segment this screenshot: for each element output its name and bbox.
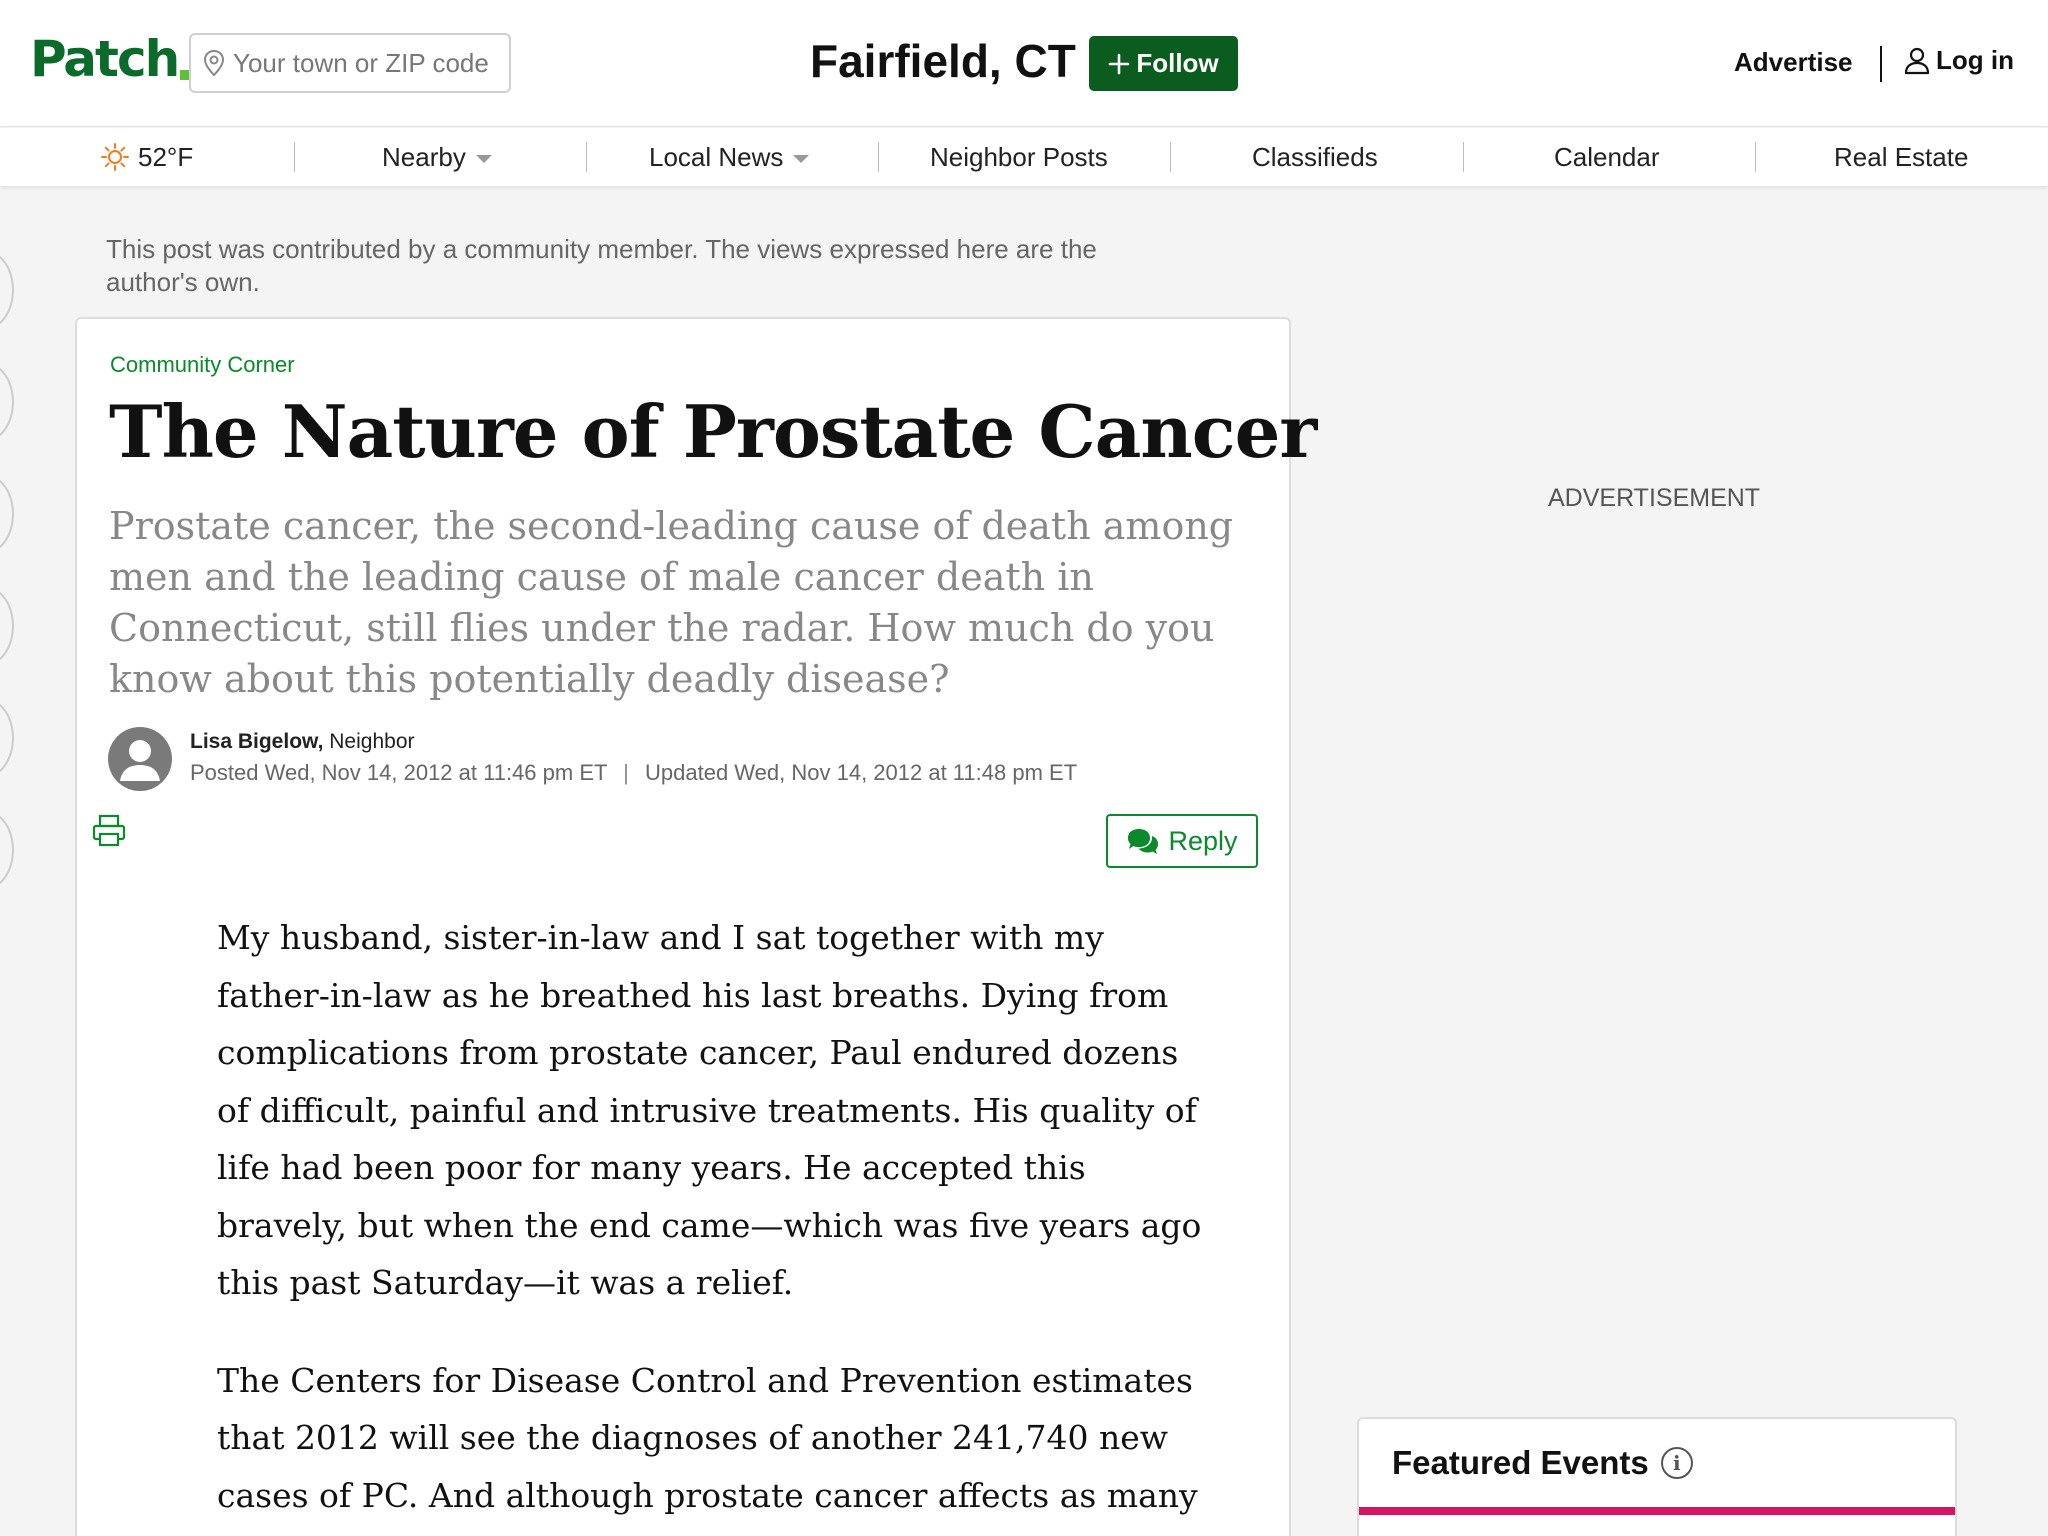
- author-name[interactable]: Lisa Bigelow,: [190, 730, 323, 753]
- date-separator: |: [623, 760, 629, 785]
- plus-icon: [1109, 53, 1130, 74]
- location-pin-icon: [203, 49, 225, 77]
- article-category[interactable]: Community Corner: [110, 352, 295, 378]
- article-paragraph: The Centers for Disease Control and Prev…: [217, 1360, 1198, 1515]
- reply-button[interactable]: Reply: [1106, 814, 1258, 868]
- nav-divider: [1755, 142, 1756, 172]
- print-button[interactable]: [91, 813, 127, 854]
- avatar[interactable]: [108, 727, 172, 791]
- nav-divider: [1463, 142, 1464, 172]
- town-search[interactable]: [189, 33, 511, 93]
- featured-accent-bar: [1359, 1507, 1955, 1515]
- nav-neighbor-posts[interactable]: Neighbor Posts: [930, 128, 1108, 186]
- share-button[interactable]: [0, 250, 14, 330]
- nav-divider: [878, 142, 879, 172]
- nav-local-news[interactable]: Local News: [649, 128, 810, 186]
- share-button[interactable]: [0, 810, 14, 890]
- share-button[interactable]: [0, 474, 14, 554]
- featured-events-widget: Featured Events i: [1357, 1417, 1957, 1536]
- share-button[interactable]: [0, 362, 14, 442]
- login-label: Log in: [1936, 45, 2014, 75]
- author-role: Neighbor: [329, 730, 415, 753]
- header-divider: [1880, 46, 1882, 82]
- nav-local-news-label: Local News: [649, 141, 784, 172]
- town-name: Fairfield, CT: [810, 35, 1076, 87]
- posted-date: Posted Wed, Nov 14, 2012 at 11:46 pm ET: [190, 760, 608, 785]
- main-nav: 52°F Nearby Local News Neighbor Posts Cl…: [0, 128, 2048, 186]
- follow-button[interactable]: Follow: [1089, 36, 1238, 91]
- updated-date: Updated Wed, Nov 14, 2012 at 11:48 pm ET: [645, 760, 1078, 785]
- chevron-down-icon: [475, 155, 492, 163]
- nav-nearby[interactable]: Nearby: [382, 128, 492, 186]
- share-button[interactable]: [0, 586, 14, 666]
- nav-classifieds[interactable]: Classifieds: [1252, 128, 1378, 186]
- info-icon[interactable]: i: [1660, 1447, 1693, 1479]
- nav-real-estate[interactable]: Real Estate: [1834, 128, 1968, 186]
- post-dates: Posted Wed, Nov 14, 2012 at 11:46 pm ET …: [190, 760, 1077, 786]
- weather-widget[interactable]: 52°F: [100, 128, 193, 186]
- follow-label: Follow: [1136, 48, 1219, 78]
- weather-temp: 52°F: [138, 141, 194, 172]
- reply-label: Reply: [1168, 825, 1238, 856]
- nav-divider: [586, 142, 587, 172]
- sun-icon: [101, 143, 129, 171]
- share-button[interactable]: [0, 698, 14, 778]
- article-paragraph: My husband, sister-in-law and I sat toge…: [217, 918, 1202, 1302]
- user-icon: [1904, 47, 1930, 74]
- featured-events-label: Featured Events: [1392, 1444, 1649, 1481]
- printer-icon: [92, 814, 126, 847]
- chevron-down-icon: [793, 155, 810, 163]
- byline: Lisa Bigelow, Neighbor: [190, 730, 415, 754]
- featured-events-title: Featured Events i: [1392, 1444, 1693, 1482]
- nav-divider: [294, 142, 295, 172]
- contributor-notice: This post was contributed by a community…: [106, 234, 1097, 297]
- advertise-link[interactable]: Advertise: [1734, 47, 1853, 78]
- nav-nearby-label: Nearby: [382, 141, 466, 172]
- town-search-input[interactable]: [233, 47, 503, 79]
- article-body: My husband, sister-in-law and I sat toge…: [217, 909, 1217, 1536]
- article-dek: Prostate cancer, the second-leading caus…: [109, 504, 1234, 701]
- site-header: Patch Fairfield, CT Follow Advertise Log…: [0, 0, 2048, 127]
- article-card: Community Corner The Nature of Prostate …: [75, 317, 1317, 1536]
- article-title: The Nature of Prostate Cancer: [109, 389, 1317, 474]
- advertisement-label: ADVERTISEMENT: [1548, 484, 1761, 512]
- comments-icon: [1128, 829, 1159, 854]
- nav-calendar[interactable]: Calendar: [1554, 128, 1660, 186]
- patch-logo[interactable]: Patch: [30, 30, 193, 88]
- nav-divider: [1170, 142, 1171, 172]
- person-icon: [120, 740, 160, 781]
- login-link[interactable]: Log in: [1904, 45, 2014, 76]
